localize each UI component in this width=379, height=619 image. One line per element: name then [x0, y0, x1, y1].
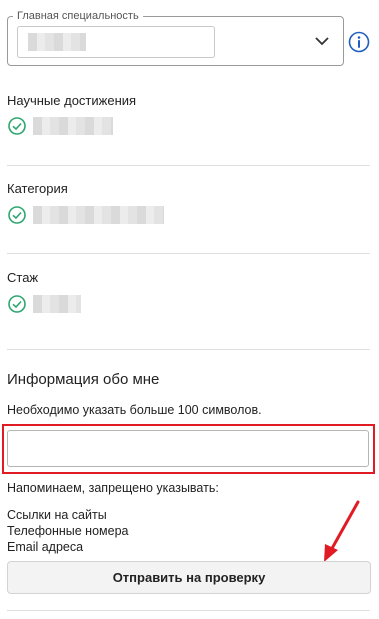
divider [7, 165, 370, 166]
reminder-text: Напоминаем, запрещено указывать: [7, 481, 219, 495]
field-label-achievements: Научные достижения [7, 93, 137, 108]
forbidden-item: Телефонные номера [7, 524, 129, 538]
main-specialty-value [17, 26, 215, 58]
about-title: Информация обо мне [7, 371, 160, 388]
forbidden-item: Email адреса [7, 540, 84, 554]
check-circle-icon [8, 206, 26, 224]
check-circle-icon [8, 117, 26, 135]
divider [7, 349, 370, 350]
divider [7, 253, 370, 254]
redacted-value [28, 33, 86, 51]
redacted-value [33, 295, 81, 313]
info-icon[interactable] [348, 31, 370, 53]
field-label-category: Категория [7, 181, 68, 196]
red-arrow-icon [324, 500, 360, 562]
chevron-down-icon[interactable] [314, 35, 330, 47]
field-label-experience: Стаж [7, 270, 39, 285]
main-specialty-legend: Главная специальность [13, 10, 143, 22]
about-hint: Необходимо указать больше 100 символов. [7, 403, 262, 417]
check-circle-icon [8, 295, 26, 313]
divider [7, 610, 370, 611]
submit-review-button[interactable]: Отправить на проверку [7, 561, 371, 594]
about-textarea[interactable] [7, 430, 369, 467]
redacted-value [33, 206, 164, 224]
forbidden-item: Ссылки на сайты [7, 508, 107, 522]
redacted-value [33, 117, 113, 135]
